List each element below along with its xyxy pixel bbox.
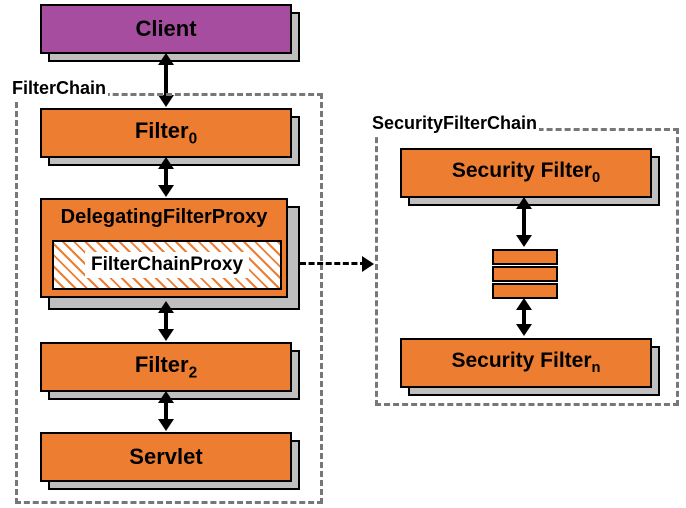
- stack-bar: [492, 283, 558, 299]
- secfilter0-box: Security Filter0: [400, 148, 652, 198]
- filter2-label: Filter2: [135, 352, 197, 382]
- arrow-icon: [158, 185, 174, 197]
- stack-bar: [492, 249, 558, 265]
- arrow-line: [164, 167, 168, 187]
- filter2-box: Filter2: [40, 342, 292, 392]
- servlet-box: Servlet: [40, 432, 292, 482]
- filterchainproxy-label: FilterChainProxy: [85, 252, 249, 278]
- delegating-label: DelegatingFilterProxy: [61, 206, 268, 229]
- arrow-line: [164, 311, 168, 331]
- filterchainproxy-box: FilterChainProxy: [52, 240, 282, 290]
- securityfilterchain-title: SecurityFilterChain: [370, 113, 539, 134]
- arrow-icon: [516, 235, 532, 247]
- filterchain-title: FilterChain: [10, 78, 108, 99]
- arrow-line: [164, 63, 168, 97]
- client-box: Client: [40, 4, 292, 54]
- arrow-line: [522, 207, 526, 237]
- secfilter0-label: Security Filter0: [452, 159, 600, 186]
- arrow-icon: [362, 256, 374, 272]
- secfiltern-box: Security Filtern: [400, 338, 652, 388]
- arrow-icon: [158, 329, 174, 341]
- stack-bar: [492, 266, 558, 282]
- dashed-arrow-line: [300, 262, 366, 265]
- servlet-label: Servlet: [129, 444, 202, 470]
- arrow-line: [164, 401, 168, 421]
- arrow-icon: [158, 419, 174, 431]
- arrow-icon: [516, 324, 532, 336]
- filter0-label: Filter0: [135, 118, 197, 148]
- filter0-box: Filter0: [40, 108, 292, 158]
- secfiltern-label: Security Filtern: [451, 349, 600, 376]
- client-label: Client: [135, 16, 196, 42]
